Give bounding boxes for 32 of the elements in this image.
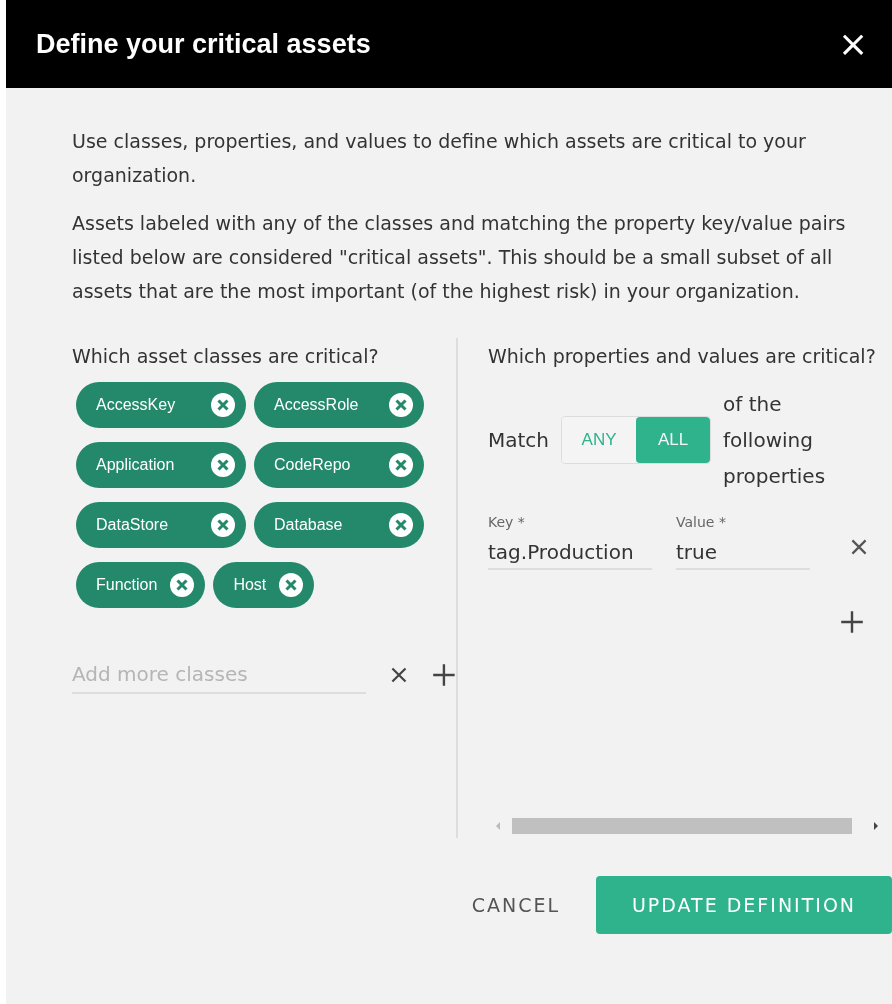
class-chip[interactable]: Function xyxy=(76,562,206,608)
description-text: Use classes, properties, and values to define which assets are critical to your organization. xyxy=(72,129,807,188)
remove-icon[interactable] xyxy=(169,572,196,598)
match-label: Match xyxy=(488,428,550,452)
section-heading: Which asset classes are critical? xyxy=(72,344,380,369)
value-field[interactable]: Value * true xyxy=(676,514,810,570)
remove-icon[interactable] xyxy=(278,572,305,598)
class-chip[interactable]: Database xyxy=(254,502,424,548)
class-chip[interactable]: Host xyxy=(213,562,315,608)
match-toggle-option[interactable]: ALL xyxy=(636,417,711,463)
remove-icon[interactable] xyxy=(388,392,414,418)
remove-icon[interactable] xyxy=(210,392,236,418)
remove-icon[interactable] xyxy=(388,452,414,478)
remove-icon[interactable] xyxy=(210,512,236,538)
class-chip[interactable]: DataStore xyxy=(76,502,246,548)
class-chip[interactable]: CodeRepo xyxy=(254,442,424,488)
add-icon[interactable] xyxy=(840,610,864,634)
description-text: Assets labeled with any of the classes and matching the property key/value pairs listed below are considered "critical assets". This should be a small subset of all assets that are the most important (of the highest risk) in your organization. xyxy=(72,211,847,304)
update-definition-button[interactable]: UPDATE DEFINITION xyxy=(596,876,892,934)
remove-icon[interactable] xyxy=(388,512,414,538)
add-classes-field[interactable]: Add more classes xyxy=(72,656,367,694)
class-chip[interactable]: AccessKey xyxy=(76,382,246,428)
add-icon[interactable] xyxy=(432,663,456,687)
key-field[interactable]: Key * tag.Production xyxy=(488,514,652,570)
match-suffix: of the following properties xyxy=(723,391,827,490)
remove-icon[interactable] xyxy=(210,452,236,478)
class-chip[interactable]: AccessRole xyxy=(254,382,424,428)
dialog-title: Define your critical assets xyxy=(36,28,371,60)
class-chip[interactable]: Application xyxy=(76,442,246,488)
section-heading: Which properties and values are critical? xyxy=(488,344,877,369)
close-button[interactable]: × xyxy=(838,31,864,57)
cancel-button[interactable]: CANCEL xyxy=(465,893,566,917)
